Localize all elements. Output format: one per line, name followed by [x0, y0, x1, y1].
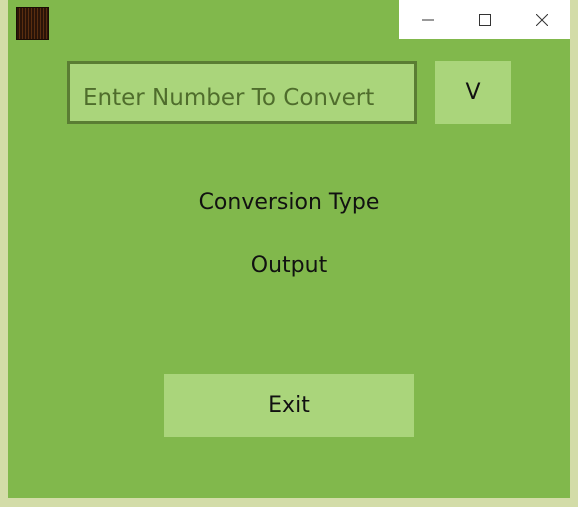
- close-icon: [535, 13, 548, 26]
- number-input[interactable]: [67, 61, 417, 124]
- maximize-button[interactable]: [456, 0, 513, 39]
- close-button[interactable]: [513, 0, 570, 39]
- conversion-type-label: Conversion Type: [198, 190, 380, 215]
- output-label: Output: [250, 253, 328, 278]
- app-icon: [16, 7, 49, 40]
- caption-buttons: [399, 0, 570, 39]
- app-window: V Conversion Type Output Exit: [8, 0, 570, 498]
- minimize-button[interactable]: [399, 0, 456, 39]
- exit-button[interactable]: Exit: [164, 374, 414, 437]
- minimize-icon: [421, 19, 434, 20]
- maximize-icon: [478, 13, 491, 26]
- convert-button[interactable]: V: [435, 61, 511, 124]
